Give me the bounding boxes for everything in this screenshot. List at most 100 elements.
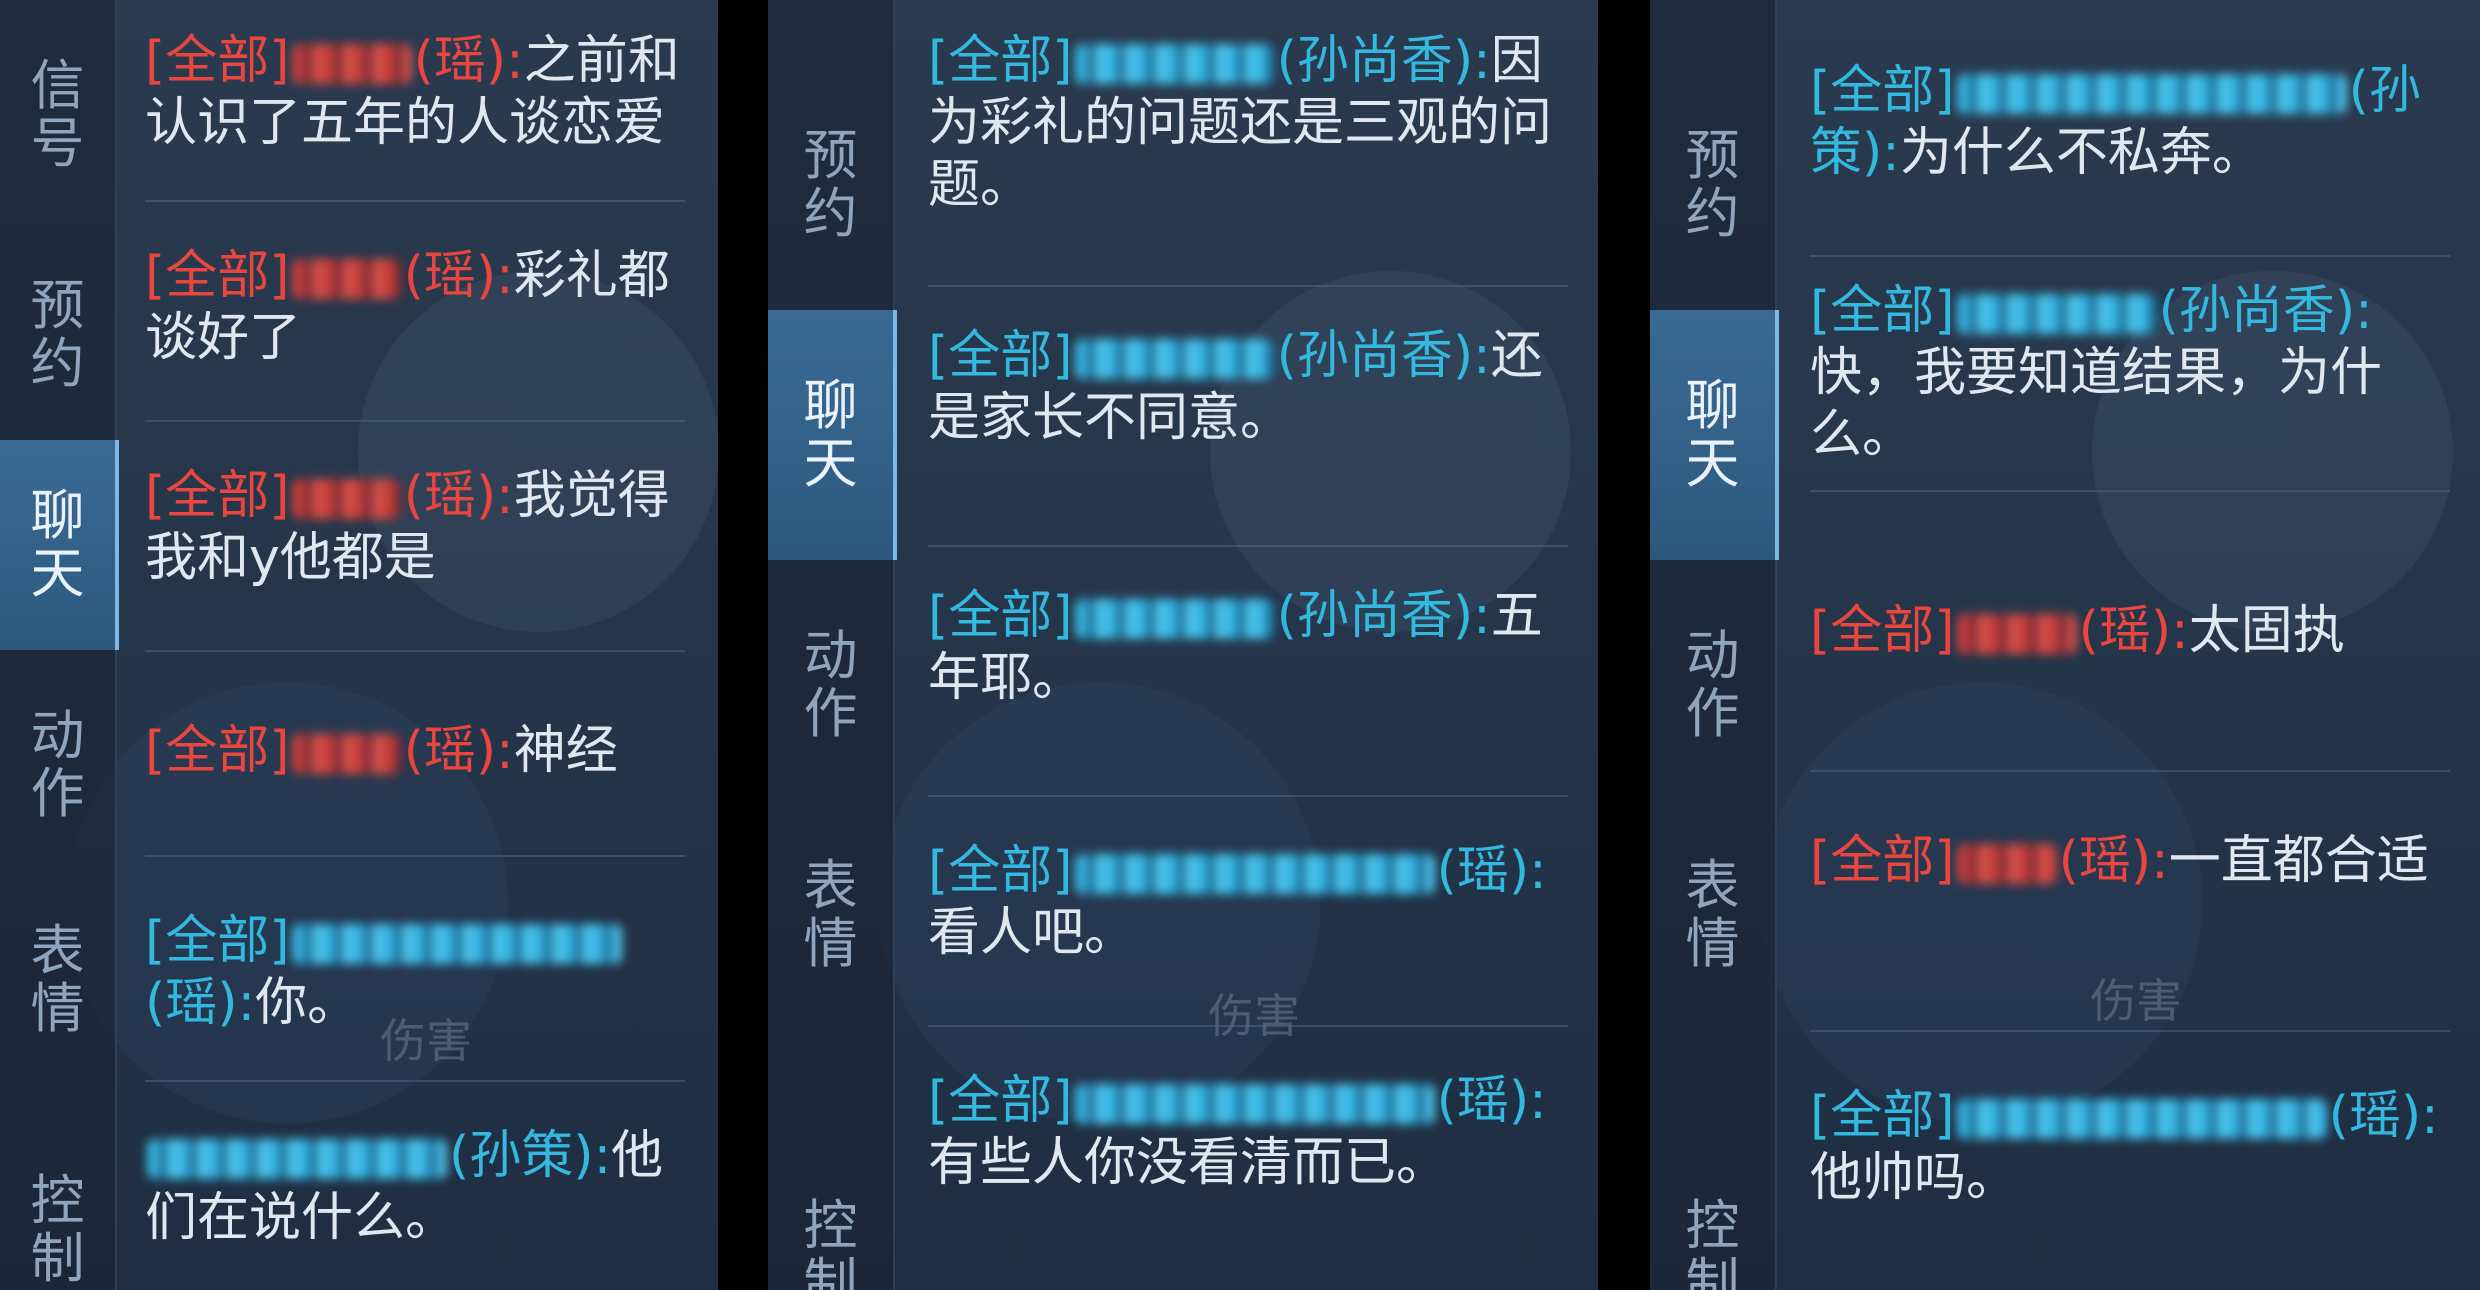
message-channel: [全部]	[1810, 61, 1955, 121]
message-divider	[1810, 1030, 2450, 1032]
chat-panel-2: 伤害 预约 聊天 动作 表情 控制 [全部] (孙尚香):因为彩礼的问题还是三观的问题。 [全部…	[768, 0, 1598, 1290]
chat-message: [全部] (瑶):我觉得我和y他都是	[145, 465, 685, 589]
player-name-redacted	[1956, 844, 2057, 884]
chat-message: [全部] (瑶): 看人吧。	[928, 840, 1568, 964]
chat-panel-3: 伤害 预约 聊天 动作 表情 控制 [全部] (孙策):为什么不私奔。 [全部] (孙尚香):快，…	[1650, 0, 2480, 1290]
sidebar-tab-4[interactable]: 表情	[768, 830, 893, 1000]
chat-panel-1: 伤害 信号 预约 聊天 动作 表情 控制 [全部] (瑶):之前和认识了五年的人谈恋爱 [全部](…	[0, 0, 718, 1290]
message-channel: [全部]	[928, 326, 1073, 386]
chat-message: [全部] (孙策):为什么不私奔。	[1810, 60, 2450, 184]
message-colon: :	[2421, 1086, 2439, 1146]
message-colon: :	[496, 246, 514, 306]
player-name-redacted	[291, 924, 622, 964]
sidebar-tab-4[interactable]: 表情	[1650, 830, 1775, 1000]
sidebar-tab-label: 动作	[1685, 624, 1740, 745]
sidebar-tab-2[interactable]: 预约	[0, 260, 115, 410]
sidebar-tab-2[interactable]: 聊天	[1650, 310, 1779, 560]
chat-message: [全部] (瑶):之前和认识了五年的人谈恋爱	[145, 30, 685, 154]
chat-message-list: [全部] (孙尚香):因为彩礼的问题还是三观的问题。 [全部] (孙尚香):还是家长不…	[928, 0, 1568, 1290]
chat-sidebar: 预约聊天动作表情控制	[768, 0, 897, 1290]
message-colon: :	[496, 721, 514, 781]
sidebar-tab-1[interactable]: 信号	[0, 40, 115, 190]
message-channel: [全部]	[1810, 1086, 1955, 1146]
message-text: 太固执	[2188, 601, 2345, 661]
panel-gutter	[1598, 0, 1650, 1290]
chat-message: [全部](瑶):你。	[145, 910, 685, 1034]
message-colon: :	[496, 466, 514, 526]
message-colon: :	[2355, 281, 2373, 341]
message-colon: :	[1473, 31, 1491, 91]
message-text: 有些人你没看清而已。	[928, 1133, 1449, 1193]
message-hero: (瑶)	[2058, 831, 2152, 891]
message-hero: (瑶)	[2078, 601, 2172, 661]
sidebar-tab-3[interactable]: 动作	[1650, 600, 1775, 770]
sidebar-tab-label: 控制	[30, 1169, 85, 1290]
message-colon: :	[1473, 586, 1491, 646]
message-hero: (孙尚香)	[1276, 326, 1474, 386]
screenshot-collage: 伤害 信号 预约 聊天 动作 表情 控制 [全部] (瑶):之前和认识了五年的人谈恋爱 [全部](…	[0, 0, 2480, 1290]
sidebar-tab-6[interactable]: 控制	[0, 1169, 115, 1290]
sidebar-tab-2[interactable]: 聊天	[768, 310, 897, 560]
message-hero: (孙尚香)	[2158, 281, 2356, 341]
message-channel: [全部]	[1810, 831, 1955, 891]
message-channel: [全部]	[928, 1071, 1073, 1131]
player-name-redacted	[147, 1139, 447, 1179]
sidebar-tab-label: 控制	[803, 1194, 858, 1290]
sidebar-tab-4[interactable]: 动作	[0, 690, 115, 840]
message-colon: :	[2151, 831, 2169, 891]
player-name-redacted	[1074, 339, 1275, 379]
sidebar-tab-1[interactable]: 预约	[1650, 100, 1775, 270]
message-colon: :	[593, 1126, 612, 1186]
chat-sidebar: 预约聊天动作表情控制	[1650, 0, 1779, 1290]
message-divider	[928, 545, 1568, 547]
message-text: 他帅吗。	[1810, 1148, 2019, 1208]
message-channel: [全部]	[928, 841, 1073, 901]
sidebar-tab-5[interactable]: 表情	[0, 905, 115, 1055]
player-name-redacted	[1956, 294, 2157, 334]
sidebar-tab-5[interactable]: 控制	[768, 1194, 893, 1290]
chat-message: [全部] (瑶):太固执	[1810, 600, 2450, 662]
chat-message: [全部] (孙尚香):快，我要知道结果，为什么。	[1810, 280, 2450, 466]
message-channel: [全部]	[145, 721, 290, 781]
sidebar-tab-label: 预约	[1685, 124, 1740, 245]
message-text: 你。	[255, 973, 360, 1033]
sidebar-tab-label: 聊天	[1685, 374, 1740, 495]
message-colon: :	[2171, 601, 2189, 661]
message-hero: (瑶)	[1436, 1071, 1530, 1131]
sidebar-tab-label: 控制	[1685, 1194, 1740, 1290]
sidebar-tab-3[interactable]: 动作	[768, 600, 893, 770]
message-text: 神经	[513, 721, 618, 781]
sidebar-tab-1[interactable]: 预约	[768, 100, 893, 270]
message-divider	[145, 1080, 685, 1082]
player-name-redacted	[1956, 614, 2077, 654]
message-text: 看人吧。	[928, 903, 1137, 963]
message-hero: (孙尚香)	[1276, 31, 1474, 91]
message-colon: :	[237, 973, 256, 1033]
chat-message-list: [全部] (孙策):为什么不私奔。 [全部] (孙尚香):快，我要知道结果，为什么。 […	[1810, 0, 2450, 1290]
message-channel: [全部]	[928, 586, 1073, 646]
panel-gutter	[718, 0, 768, 1290]
sidebar-tab-5[interactable]: 控制	[1650, 1194, 1775, 1290]
message-channel: [全部]	[145, 466, 290, 526]
sidebar-tab-3[interactable]: 聊天	[0, 440, 119, 650]
message-hero: (瑶)	[403, 246, 497, 306]
chat-message: [全部] (瑶): 他帅吗。	[1810, 1085, 2450, 1209]
chat-message: [全部] (孙尚香):还是家长不同意。	[928, 325, 1568, 449]
sidebar-tab-label: 预约	[803, 124, 858, 245]
chat-message: [全部] (瑶):一直都合适	[1810, 830, 2450, 892]
message-colon: :	[1473, 326, 1491, 386]
message-hero: (瑶)	[413, 31, 507, 91]
player-name-redacted	[1074, 1084, 1435, 1124]
message-divider	[1810, 490, 2450, 492]
message-hero: (孙策)	[449, 1126, 594, 1186]
message-colon: :	[506, 31, 524, 91]
message-channel: [全部]	[145, 31, 290, 91]
message-text: 为什么不私奔。	[1899, 123, 2264, 183]
sidebar-tab-label: 聊天	[30, 484, 85, 605]
chat-message: [全部] (瑶):彩礼都谈好了	[145, 245, 685, 369]
player-name-redacted	[1956, 1099, 2327, 1139]
chat-message: (孙策):他们在说什么。	[145, 1125, 685, 1249]
chat-message: [全部] (瑶): 有些人你没看清而已。	[928, 1070, 1568, 1194]
sidebar-tab-label: 聊天	[803, 374, 858, 495]
message-divider	[928, 795, 1568, 797]
